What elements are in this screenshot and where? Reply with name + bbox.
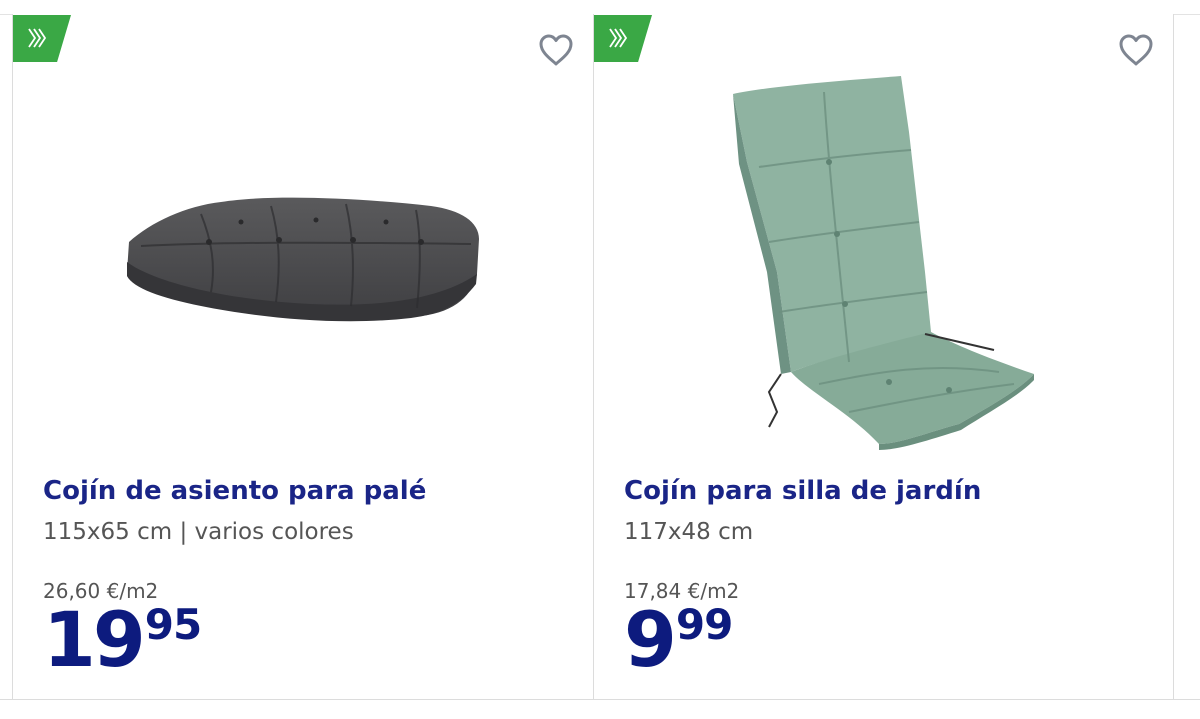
price-decimals: 99 bbox=[675, 600, 733, 649]
grid-divider-bottom bbox=[0, 699, 1200, 700]
product-card[interactable]: Cojín para silla de jardín 117x48 cm 17,… bbox=[593, 14, 1174, 699]
favorite-button[interactable] bbox=[1117, 32, 1155, 68]
promo-badge bbox=[594, 15, 652, 62]
heart-outline-icon bbox=[1119, 34, 1153, 66]
chevrons-right-icon bbox=[609, 28, 628, 48]
product-image[interactable] bbox=[729, 72, 1039, 452]
price-decimals: 95 bbox=[144, 600, 202, 649]
price-integer: 9 bbox=[624, 595, 677, 684]
chevrons-right-icon bbox=[28, 28, 47, 48]
product-price: 1995 bbox=[43, 595, 202, 684]
product-card[interactable]: Cojín de asiento para palé 115x65 cm | v… bbox=[12, 14, 593, 699]
product-dimensions: 115x65 cm | varios colores bbox=[43, 519, 354, 545]
product-title[interactable]: Cojín para silla de jardín bbox=[624, 476, 981, 506]
product-title[interactable]: Cojín de asiento para palé bbox=[43, 476, 426, 506]
price-integer: 19 bbox=[43, 595, 146, 684]
product-price: 999 bbox=[624, 595, 733, 684]
product-image[interactable] bbox=[121, 184, 481, 334]
favorite-button[interactable] bbox=[537, 32, 575, 68]
heart-outline-icon bbox=[539, 34, 573, 66]
product-dimensions: 117x48 cm bbox=[624, 519, 754, 545]
promo-badge bbox=[13, 15, 71, 62]
